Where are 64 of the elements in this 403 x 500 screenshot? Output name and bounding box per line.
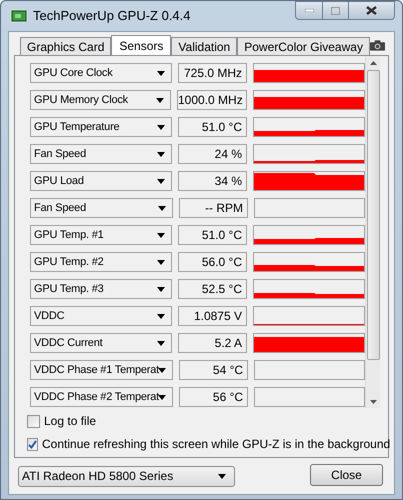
sensor-reading: 1.0875 V [178, 306, 247, 326]
sensor-select[interactable]: GPU Temp. #1 [30, 225, 172, 245]
minimize-icon [304, 9, 314, 12]
minimize-button[interactable] [295, 1, 323, 20]
sensor-reading: 24 % [178, 144, 247, 164]
caret-icon [156, 341, 165, 346]
sensor-reading: 56 °C [178, 387, 248, 407]
checkbox-label: Continue refreshing this screen while GPU-Z is in the background [42, 436, 390, 453]
scroll-down-icon[interactable] [370, 400, 376, 404]
close-icon [366, 6, 377, 15]
sensor-reading: 56.0 °C [178, 252, 247, 272]
sensor-select[interactable]: VDDC Current [30, 333, 172, 353]
sensor-reading: 725.0 MHz [178, 63, 247, 83]
sensor-select[interactable]: Fan Speed [30, 198, 173, 218]
sensor-reading: 1000.0 MHz [177, 90, 247, 110]
caret-icon [156, 179, 165, 184]
close-button[interactable]: Close [310, 464, 383, 486]
checkmark-icon [28, 440, 37, 448]
caret-icon [156, 287, 165, 292]
checkbox[interactable] [27, 414, 40, 428]
sensor-select[interactable]: GPU Core Clock [30, 63, 172, 83]
sensor-reading: 5.2 A [178, 333, 247, 353]
caret-icon [218, 474, 226, 478]
maximize-icon [331, 6, 340, 14]
sensor-select[interactable]: GPU Load [30, 171, 172, 191]
sensor-reading: -- RPM [178, 198, 248, 218]
scroll-up-icon[interactable] [370, 61, 376, 65]
sensor-reading: 51.0 °C [178, 117, 247, 137]
caret-icon [156, 152, 165, 157]
caret-icon [156, 233, 165, 238]
window-title: TechPowerUp GPU-Z 0.4.4 [33, 7, 191, 26]
caret-icon [156, 314, 165, 319]
caret-icon [156, 71, 165, 76]
sensor-select[interactable]: VDDC Phase #1 Temperat [30, 360, 173, 380]
caret-icon [156, 125, 165, 130]
caret-icon [158, 206, 166, 211]
caret-icon [156, 98, 164, 103]
tab[interactable]: PowerColor Giveaway [237, 37, 370, 55]
sensor-reading: 52.5 °C [178, 279, 247, 299]
close-window-button[interactable] [349, 1, 395, 20]
camera-icon[interactable] [370, 40, 385, 51]
scrollbar[interactable] [365, 56, 380, 408]
sensor-reading: 51.0 °C [178, 225, 247, 245]
sensor-reading: 34 % [178, 171, 247, 191]
tab[interactable]: Graphics Card [20, 37, 112, 55]
maximize-button[interactable] [323, 1, 349, 20]
caret-icon [158, 368, 166, 373]
sensor-select[interactable]: GPU Temperature [30, 117, 172, 137]
sensor-select[interactable]: GPU Temp. #2 [30, 252, 172, 272]
device-select[interactable]: ATI Radeon HD 5800 Series [18, 466, 235, 486]
sensor-select[interactable]: GPU Memory Clock [30, 90, 171, 110]
checkbox-label: Log to file [44, 413, 96, 430]
scroll-thumb[interactable] [366, 70, 380, 360]
sensor-select[interactable]: VDDC Phase #2 Temperat [30, 387, 173, 407]
caret-icon [156, 260, 165, 265]
app-icon [11, 9, 27, 23]
tab[interactable]: Sensors [111, 35, 172, 55]
tab[interactable]: Validation [171, 37, 238, 55]
sensor-select[interactable]: VDDC [30, 306, 172, 326]
caret-icon [158, 395, 166, 400]
sensor-select[interactable]: Fan Speed [30, 144, 172, 164]
checkbox[interactable] [27, 438, 38, 450]
sensor-reading: 54 °C [178, 360, 248, 380]
sensor-select[interactable]: GPU Temp. #3 [30, 279, 172, 299]
